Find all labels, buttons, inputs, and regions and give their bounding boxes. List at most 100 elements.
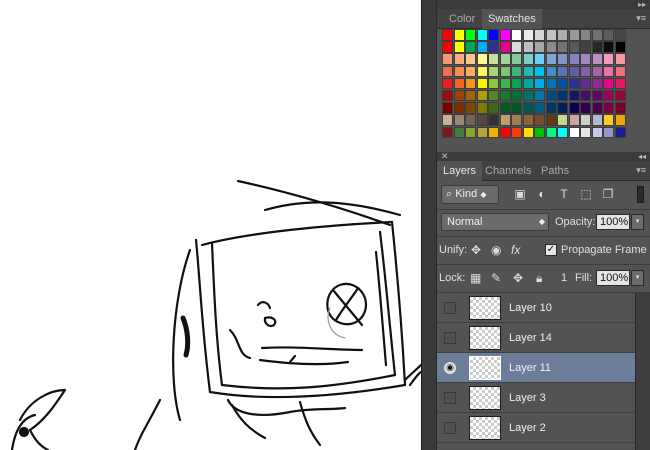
color-swatch[interactable] — [614, 65, 626, 78]
close-icon[interactable]: ✕ — [441, 152, 449, 161]
color-swatch[interactable] — [488, 89, 499, 102]
layer-row[interactable]: Layer 3 — [437, 383, 635, 413]
color-swatch[interactable] — [511, 65, 522, 78]
color-swatch[interactable] — [522, 77, 534, 90]
color-swatch[interactable] — [511, 126, 522, 138]
color-swatch[interactable] — [591, 53, 603, 65]
filter-toggle[interactable] — [637, 186, 644, 203]
collapse-icon[interactable]: ◂◂ — [638, 152, 646, 161]
color-swatch[interactable] — [453, 65, 465, 78]
color-swatch[interactable] — [534, 126, 545, 138]
color-swatch[interactable] — [591, 77, 603, 90]
color-swatch[interactable] — [568, 29, 580, 41]
color-swatch[interactable] — [603, 77, 614, 90]
color-swatch[interactable] — [603, 126, 614, 138]
adjustment-filter-icon[interactable]: ◐ — [535, 187, 549, 201]
unify-position-icon[interactable]: ✥ — [471, 236, 481, 264]
color-swatch[interactable] — [591, 29, 603, 41]
color-swatch[interactable] — [465, 77, 476, 90]
color-swatch[interactable] — [614, 114, 626, 126]
color-swatch[interactable] — [614, 126, 626, 138]
color-swatch[interactable] — [557, 77, 568, 90]
layer-row[interactable]: Layer 14 — [437, 323, 635, 353]
color-swatch[interactable] — [568, 102, 580, 114]
color-swatch[interactable] — [568, 53, 580, 65]
color-swatch[interactable] — [603, 114, 614, 126]
color-swatch[interactable] — [557, 89, 568, 102]
color-swatch[interactable] — [453, 126, 465, 138]
color-swatch[interactable] — [557, 114, 568, 126]
color-swatch[interactable] — [488, 29, 499, 41]
smart-object-filter-icon[interactable]: ❐ — [601, 187, 615, 201]
color-swatch[interactable] — [591, 65, 603, 78]
color-swatch[interactable] — [545, 41, 557, 53]
color-swatch[interactable] — [499, 114, 511, 126]
color-swatch[interactable] — [442, 41, 453, 53]
color-swatch[interactable] — [499, 53, 511, 65]
color-swatch[interactable] — [511, 114, 522, 126]
color-swatch[interactable] — [442, 29, 453, 41]
tab-paths[interactable]: Paths — [535, 161, 575, 181]
color-swatch[interactable] — [534, 29, 545, 41]
eye-icon[interactable]: ◉ — [444, 362, 456, 374]
color-swatch[interactable] — [465, 126, 476, 138]
color-swatch[interactable] — [499, 102, 511, 114]
color-swatch[interactable] — [603, 29, 614, 41]
layer-list-scrollbar[interactable] — [635, 293, 650, 450]
panel-menu-icon[interactable]: ▾≡ — [636, 165, 646, 175]
color-swatch[interactable] — [488, 114, 499, 126]
color-swatch[interactable] — [476, 53, 488, 65]
color-swatch[interactable] — [465, 53, 476, 65]
color-swatch[interactable] — [476, 41, 488, 53]
color-swatch[interactable] — [591, 126, 603, 138]
color-swatch[interactable] — [591, 89, 603, 102]
color-swatch[interactable] — [545, 89, 557, 102]
color-swatch[interactable] — [557, 102, 568, 114]
color-swatch[interactable] — [522, 89, 534, 102]
color-swatch[interactable] — [453, 29, 465, 41]
color-swatch[interactable] — [465, 114, 476, 126]
color-swatch[interactable] — [453, 114, 465, 126]
layer-row[interactable]: Layer 2 — [437, 413, 635, 443]
color-swatch[interactable] — [545, 102, 557, 114]
color-swatch[interactable] — [614, 29, 626, 41]
color-swatch[interactable] — [557, 126, 568, 138]
color-swatch[interactable] — [476, 65, 488, 78]
color-swatch[interactable] — [511, 77, 522, 90]
color-swatch[interactable] — [580, 41, 591, 53]
panel-menu-icon[interactable]: ▾≡ — [636, 13, 646, 23]
color-swatch[interactable] — [476, 114, 488, 126]
color-swatch[interactable] — [522, 126, 534, 138]
color-swatch[interactable] — [534, 41, 545, 53]
color-swatch[interactable] — [591, 41, 603, 53]
color-swatch[interactable] — [465, 102, 476, 114]
color-swatch[interactable] — [534, 53, 545, 65]
tab-layers[interactable]: Layers — [437, 161, 483, 181]
color-swatch[interactable] — [522, 29, 534, 41]
color-swatch[interactable] — [522, 41, 534, 53]
color-swatch[interactable] — [442, 53, 453, 65]
color-swatch[interactable] — [580, 89, 591, 102]
color-swatch[interactable] — [534, 65, 545, 78]
color-swatch[interactable] — [568, 65, 580, 78]
lock-position-icon[interactable]: ✥ — [513, 264, 523, 292]
color-swatch[interactable] — [442, 126, 453, 138]
color-swatch[interactable] — [442, 102, 453, 114]
visibility-toggle[interactable] — [444, 392, 456, 404]
unify-visibility-icon[interactable]: ◉ — [491, 236, 501, 264]
color-swatch[interactable] — [499, 65, 511, 78]
fill-input[interactable]: 100% — [596, 270, 630, 286]
color-swatch[interactable] — [499, 126, 511, 138]
color-swatch[interactable] — [465, 29, 476, 41]
color-swatch[interactable] — [442, 89, 453, 102]
color-swatch[interactable] — [557, 65, 568, 78]
document-canvas[interactable] — [0, 0, 421, 450]
color-swatch[interactable] — [476, 126, 488, 138]
color-swatch[interactable] — [488, 53, 499, 65]
color-swatch[interactable] — [511, 53, 522, 65]
opacity-dropdown-button[interactable]: ▾ — [631, 214, 644, 230]
visibility-toggle[interactable] — [444, 422, 456, 434]
color-swatch[interactable] — [476, 89, 488, 102]
color-swatch[interactable] — [499, 41, 511, 53]
collapse-icon[interactable]: ▸▸ — [638, 0, 646, 9]
